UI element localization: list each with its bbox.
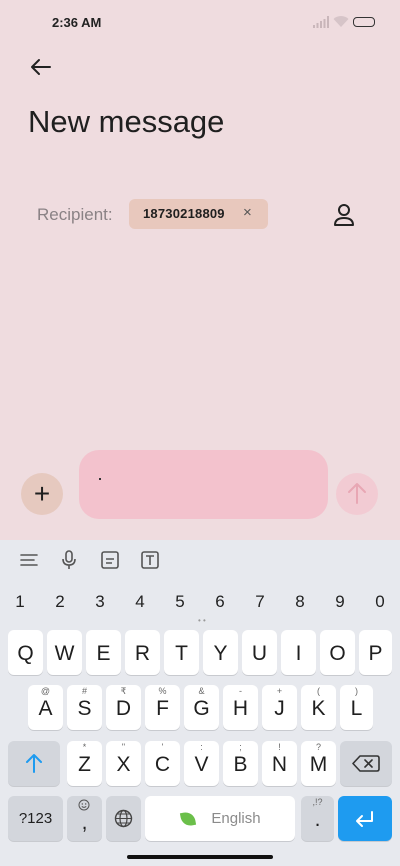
send-button[interactable] <box>336 473 378 515</box>
key-l[interactable]: ) L <box>340 685 373 730</box>
key-7[interactable]: 7 <box>250 592 270 612</box>
key-p[interactable]: P <box>359 630 392 675</box>
menu-icon[interactable] <box>18 549 40 571</box>
backspace-icon <box>352 755 380 772</box>
shift-key[interactable] <box>8 741 60 786</box>
keyboard: 1 2 3 4 5 6 7 8 9 0 • • Q W E R T Y U I … <box>0 540 400 866</box>
key-s[interactable]: # S <box>67 685 102 730</box>
status-time: 2:36 AM <box>52 15 102 30</box>
key-8[interactable]: 8 <box>290 592 310 612</box>
clipboard-icon[interactable] <box>99 549 121 571</box>
key-9[interactable]: 9 <box>330 592 350 612</box>
key-0[interactable]: 0 <box>370 592 390 612</box>
keyboard-toolbar <box>0 540 400 582</box>
key-2[interactable]: 2 <box>50 592 70 612</box>
text-format-icon[interactable] <box>139 549 161 571</box>
language-key[interactable] <box>106 796 141 841</box>
key-e[interactable]: E <box>86 630 121 675</box>
key-v[interactable]: :V <box>184 741 219 786</box>
key-t[interactable]: T <box>164 630 199 675</box>
key-i[interactable]: I <box>281 630 316 675</box>
key-o[interactable]: O <box>320 630 355 675</box>
key-b[interactable]: ; B <box>223 741 258 786</box>
key-u[interactable]: U <box>242 630 277 675</box>
number-row: 1 2 3 4 5 6 7 8 9 0 <box>0 588 400 616</box>
key-d[interactable]: ₹ D <box>106 685 141 730</box>
status-bar: 2:36 AM <box>0 0 400 44</box>
key-w[interactable]: W <box>47 630 82 675</box>
key-k[interactable]: (K <box>301 685 336 730</box>
wifi-icon <box>333 16 349 27</box>
battery-icon <box>353 17 375 27</box>
enter-key[interactable] <box>338 796 392 841</box>
key-c[interactable]: ' C <box>145 741 180 786</box>
page-indicator: • • <box>198 616 206 625</box>
emoji-icon <box>78 799 90 811</box>
comma-key[interactable]: , <box>67 796 102 841</box>
period-key[interactable]: ,!? . <box>301 796 334 841</box>
key-f[interactable]: % F <box>145 685 180 730</box>
attach-button[interactable]: + <box>21 473 63 515</box>
symbols-key[interactable]: ?123 <box>8 796 63 841</box>
key-y[interactable]: Y <box>203 630 238 675</box>
key-5[interactable]: 5 <box>170 592 190 612</box>
key-g[interactable]: & G <box>184 685 219 730</box>
home-indicator <box>127 855 273 859</box>
key-j[interactable]: + J <box>262 685 297 730</box>
recipient-chip[interactable]: 18730218809 × <box>129 199 268 229</box>
back-arrow-icon[interactable] <box>28 54 54 80</box>
key-q[interactable]: Q <box>8 630 43 675</box>
microphone-icon[interactable] <box>58 549 80 571</box>
recipient-label: Recipient: <box>37 205 113 224</box>
key-z[interactable]: * Z <box>67 741 102 786</box>
enter-icon <box>356 811 373 827</box>
signal-icon <box>313 16 329 28</box>
key-a[interactable]: @ A <box>28 685 63 730</box>
remove-recipient-icon[interactable]: × <box>243 204 252 221</box>
key-m[interactable]: ? M <box>301 741 336 786</box>
globe-icon <box>114 809 133 828</box>
key-r[interactable]: R <box>125 630 160 675</box>
space-key[interactable]: English <box>145 796 295 841</box>
key-4[interactable]: 4 <box>130 592 150 612</box>
shift-icon <box>26 754 42 773</box>
message-input[interactable] <box>79 450 328 519</box>
backspace-key[interactable] <box>340 741 392 786</box>
text-caret <box>99 478 101 480</box>
key-h[interactable]: -H <box>223 685 258 730</box>
contact-icon[interactable] <box>330 201 358 229</box>
key-1[interactable]: 1 <box>10 592 30 612</box>
plus-icon: + <box>33 478 51 509</box>
key-6[interactable]: 6 <box>210 592 230 612</box>
send-arrow-icon <box>348 483 366 504</box>
key-x[interactable]: " X <box>106 741 141 786</box>
key-3[interactable]: 3 <box>90 592 110 612</box>
page-title: New message <box>28 104 225 139</box>
key-n[interactable]: ! N <box>262 741 297 786</box>
recipient-number: 18730218809 <box>143 206 225 221</box>
